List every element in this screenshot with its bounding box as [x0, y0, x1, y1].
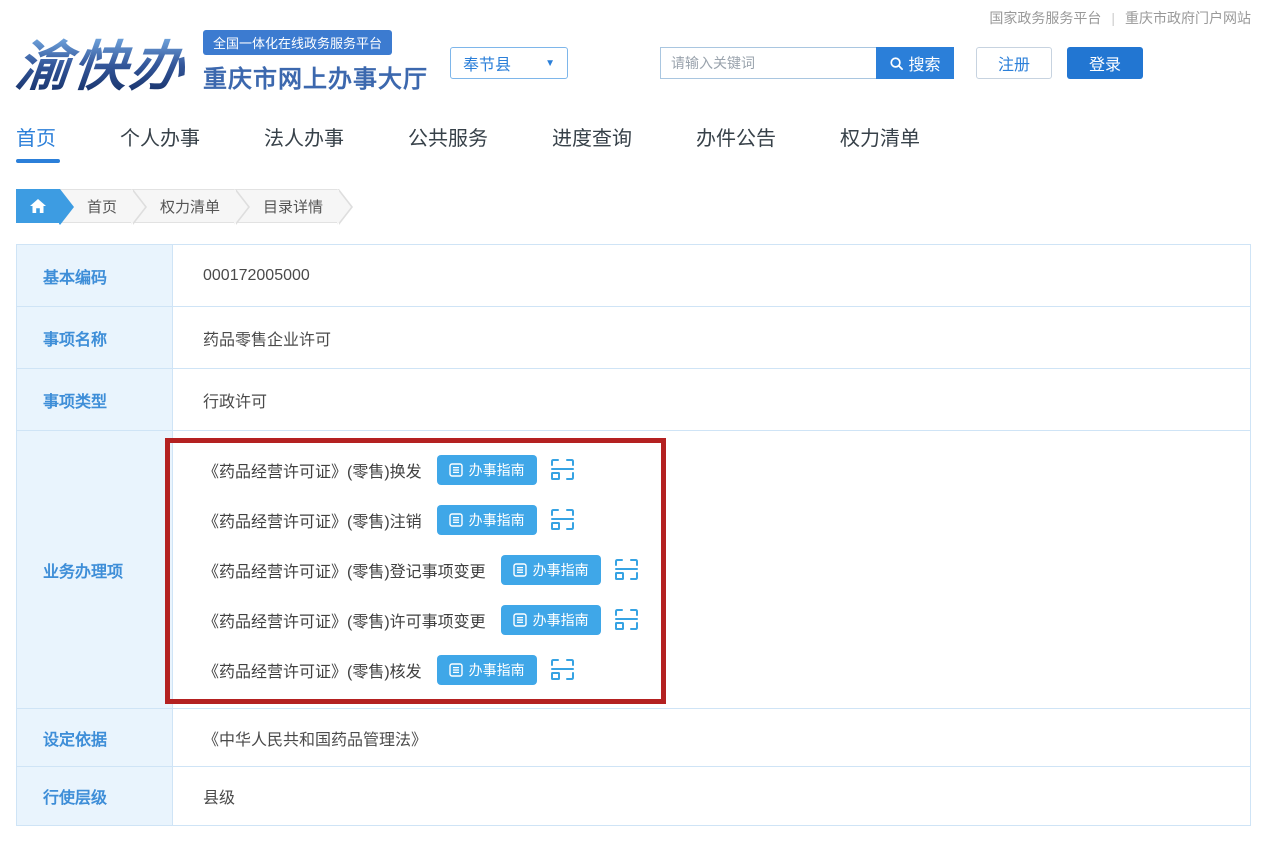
table-row-business-items: 业务办理项 《药品经营许可证》(零售)换发 办事指南 — [17, 431, 1250, 709]
guide-button-label: 办事指南 — [469, 510, 525, 530]
search-box: 搜索 — [660, 47, 954, 79]
document-icon — [449, 513, 463, 527]
platform-badge: 全国一体化在线政务服务平台 — [203, 30, 392, 55]
list-item: 《药品经营许可证》(零售)许可事项变更 办事指南 — [203, 606, 1250, 634]
brand-logo-text: 渝快办 — [13, 38, 190, 96]
header: 渝快办 全国一体化在线政务服务平台 重庆市网上办事大厅 奉节县 ▼ 搜索 注册 … — [0, 0, 1267, 96]
home-icon — [30, 199, 46, 214]
search-input[interactable] — [660, 47, 876, 79]
business-items-list: 《药品经营许可证》(零售)换发 办事指南 — [173, 431, 1250, 708]
document-icon — [513, 613, 527, 627]
guide-button[interactable]: 办事指南 — [437, 505, 537, 535]
qr-scan-icon[interactable] — [550, 458, 575, 481]
row-label: 事项名称 — [17, 307, 173, 368]
guide-button[interactable]: 办事指南 — [437, 655, 537, 685]
guide-button-label: 办事指南 — [533, 610, 589, 630]
list-item: 《药品经营许可证》(零售)换发 办事指南 — [203, 456, 1250, 484]
breadcrumb-item-power-list[interactable]: 权力清单 — [133, 189, 236, 223]
row-label: 行使层级 — [17, 767, 173, 825]
detail-table: 基本编码 000172005000 事项名称 药品零售企业许可 事项类型 行政许… — [16, 244, 1251, 826]
nav-item-home[interactable]: 首页 — [16, 122, 56, 163]
guide-button[interactable]: 办事指南 — [437, 455, 537, 485]
guide-button[interactable]: 办事指南 — [501, 605, 601, 635]
site-subtitle: 重庆市网上办事大厅 — [203, 59, 428, 94]
business-item-name: 《药品经营许可证》(零售)核发 — [203, 658, 422, 682]
nav-item-personal-services[interactable]: 个人办事 — [120, 122, 200, 163]
guide-button[interactable]: 办事指南 — [501, 555, 601, 585]
site-logo[interactable]: 渝快办 全国一体化在线政务服务平台 重庆市网上办事大厅 — [16, 30, 428, 96]
item-name-value: 药品零售企业许可 — [173, 307, 1250, 368]
search-icon — [889, 56, 904, 71]
table-row-legal-basis: 设定依据 《中华人民共和国药品管理法》 — [17, 709, 1250, 767]
document-icon — [449, 463, 463, 477]
register-button[interactable]: 注册 — [976, 47, 1052, 79]
region-selector[interactable]: 奉节县 ▼ — [450, 47, 568, 79]
table-row-exercise-level: 行使层级 县级 — [17, 767, 1250, 825]
qr-scan-icon[interactable] — [614, 608, 639, 631]
guide-button-label: 办事指南 — [469, 460, 525, 480]
row-label: 设定依据 — [17, 709, 173, 766]
business-item-name: 《药品经营许可证》(零售)换发 — [203, 458, 422, 482]
nav-item-legal-entity-services[interactable]: 法人办事 — [264, 122, 344, 163]
row-label: 业务办理项 — [17, 431, 173, 708]
region-selected-value: 奉节县 — [463, 51, 511, 75]
item-type-value: 行政许可 — [173, 369, 1250, 430]
document-icon — [449, 663, 463, 677]
breadcrumb-home[interactable] — [16, 189, 60, 223]
business-item-name: 《药品经营许可证》(零售)许可事项变更 — [203, 608, 486, 632]
table-row-item-type: 事项类型 行政许可 — [17, 369, 1250, 431]
breadcrumb: 首页 权力清单 目录详情 — [16, 189, 1251, 223]
breadcrumb-item-catalog-detail[interactable]: 目录详情 — [236, 189, 339, 223]
qr-scan-icon[interactable] — [550, 508, 575, 531]
business-item-name: 《药品经营许可证》(零售)登记事项变更 — [203, 558, 486, 582]
basic-code-value: 000172005000 — [173, 245, 1250, 306]
table-row-item-name: 事项名称 药品零售企业许可 — [17, 307, 1250, 369]
legal-basis-value: 《中华人民共和国药品管理法》 — [173, 709, 1250, 766]
login-button[interactable]: 登录 — [1067, 47, 1143, 79]
search-button[interactable]: 搜索 — [876, 47, 954, 79]
chevron-down-icon: ▼ — [545, 58, 555, 69]
logo-caption: 全国一体化在线政务服务平台 重庆市网上办事大厅 — [203, 30, 428, 96]
row-label: 基本编码 — [17, 245, 173, 306]
list-item: 《药品经营许可证》(零售)核发 办事指南 — [203, 656, 1250, 684]
search-button-label: 搜索 — [908, 51, 940, 75]
exercise-level-value: 县级 — [173, 767, 1250, 825]
document-icon — [513, 563, 527, 577]
nav-item-power-list[interactable]: 权力清单 — [840, 122, 920, 163]
primary-nav: 首页 个人办事 法人办事 公共服务 进度查询 办件公告 权力清单 — [16, 122, 1251, 163]
guide-button-label: 办事指南 — [533, 560, 589, 580]
business-item-name: 《药品经营许可证》(零售)注销 — [203, 508, 422, 532]
guide-button-label: 办事指南 — [469, 660, 525, 680]
qr-scan-icon[interactable] — [550, 658, 575, 681]
row-label: 事项类型 — [17, 369, 173, 430]
qr-scan-icon[interactable] — [614, 558, 639, 581]
list-item: 《药品经营许可证》(零售)注销 办事指南 — [203, 506, 1250, 534]
nav-item-case-announcements[interactable]: 办件公告 — [696, 122, 776, 163]
nav-item-public-services[interactable]: 公共服务 — [408, 122, 488, 163]
nav-item-progress-inquiry[interactable]: 进度查询 — [552, 122, 632, 163]
list-item: 《药品经营许可证》(零售)登记事项变更 办事指南 — [203, 556, 1250, 584]
table-row-basic-code: 基本编码 000172005000 — [17, 245, 1250, 307]
